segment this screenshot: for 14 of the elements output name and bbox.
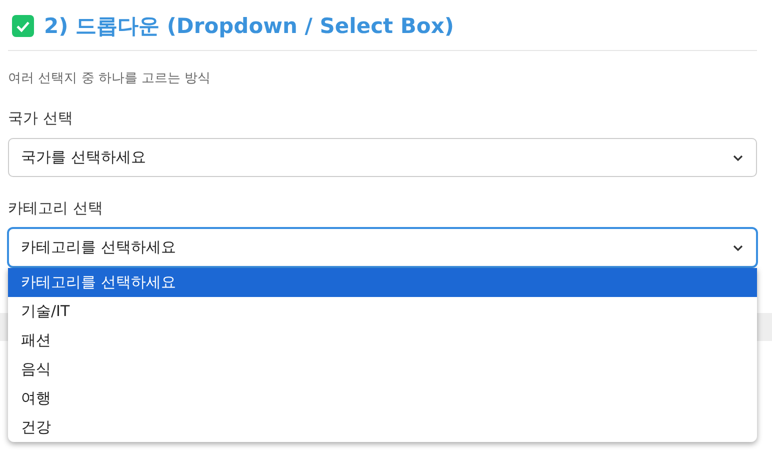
dropdown-option[interactable]: 음식 (8, 355, 757, 384)
dropdown-option[interactable]: 기술/IT (8, 297, 757, 326)
select-field[interactable]: 카테고리를 선택하세요 (8, 228, 757, 267)
dropdown-option[interactable]: 여행 (8, 384, 757, 413)
field-label: 국가 선택 (8, 109, 74, 128)
chevron-down-icon (732, 154, 744, 162)
select-field[interactable]: 국가를 선택하세요 (8, 138, 757, 177)
section-description: 여러 선택지 중 하나를 고르는 방식 (8, 70, 212, 87)
section-title: 2) 드롭다운 (Dropdown / Select Box) (44, 13, 454, 40)
dropdown-option[interactable]: 패션 (8, 326, 757, 355)
field-label: 카테고리 선택 (8, 199, 104, 218)
dropdown-option[interactable]: 카테고리를 선택하세요 (8, 268, 757, 297)
chevron-down-icon (732, 244, 744, 252)
dropdown-option[interactable]: 건강 (8, 413, 757, 442)
